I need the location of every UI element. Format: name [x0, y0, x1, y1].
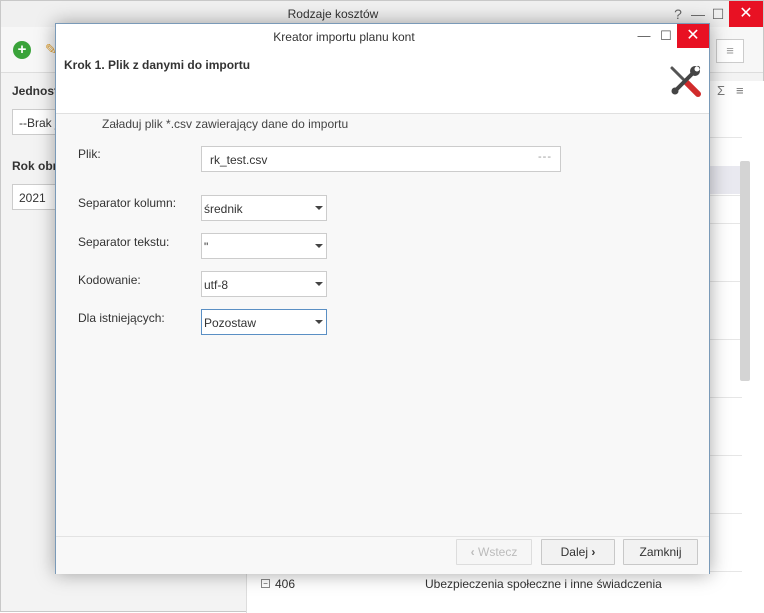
add-icon[interactable]: + — [13, 41, 31, 59]
dialog-maximize-button[interactable]: ☐ — [654, 24, 678, 48]
year-label: Rok obr — [12, 159, 58, 173]
import-wizard-dialog: Kreator importu planu kont — ☐ ✕ Krok 1.… — [55, 23, 710, 574]
columns-menu-icon[interactable]: ≡ — [736, 83, 744, 98]
grid-scrollbar[interactable] — [740, 161, 750, 381]
dialog-body: Załaduj plik *.csv zawierający dane do i… — [56, 114, 709, 536]
menu-icon[interactable]: ≡ — [716, 39, 744, 63]
row-code: 406 — [275, 577, 296, 591]
chevron-down-icon — [315, 320, 323, 324]
text-separator-label: Separator tekstu: — [78, 235, 170, 249]
column-separator-label: Separator kolumn: — [78, 196, 177, 210]
dialog-footer: ‹ Wstecz Dalej › Zamknij — [56, 536, 709, 574]
step-title: Krok 1. Plik z danymi do importu — [64, 58, 251, 72]
file-name: rk_test.csv — [210, 153, 268, 167]
file-field[interactable]: rk_test.csv --- — [201, 146, 561, 172]
next-button[interactable]: Dalej › — [541, 539, 615, 565]
existing-records-label: Dla istniejących: — [78, 311, 165, 325]
encoding-value: utf-8 — [204, 278, 229, 292]
dialog-title: Kreator importu planu kont — [273, 30, 415, 44]
chevron-right-icon: › — [591, 545, 596, 559]
dialog-close-button[interactable]: ✕ — [677, 24, 709, 48]
expand-icon[interactable]: − — [261, 579, 270, 588]
text-separator-select[interactable]: " — [201, 233, 327, 259]
chevron-down-icon — [315, 244, 323, 248]
chevron-down-icon — [315, 282, 323, 286]
dialog-step-header: Krok 1. Plik z danymi do importu — [56, 48, 709, 114]
column-separator-value: średnik — [204, 202, 243, 216]
table-row[interactable]: − 406 Ubezpieczenia społeczne i inne świ… — [259, 573, 739, 597]
encoding-select[interactable]: utf-8 — [201, 271, 327, 297]
back-button[interactable]: ‹ Wstecz — [456, 539, 532, 565]
column-separator-select[interactable]: średnik — [201, 195, 327, 221]
existing-records-select[interactable]: Pozostaw — [201, 309, 327, 335]
instruction-text: Załaduj plik *.csv zawierający dane do i… — [102, 117, 349, 131]
close-dialog-button[interactable]: Zamknij — [623, 539, 698, 565]
back-button-label: Wstecz — [478, 545, 518, 559]
text-separator-value: " — [204, 240, 209, 254]
sum-icon[interactable]: Σ — [717, 83, 725, 98]
browse-button[interactable]: --- — [538, 151, 552, 163]
dialog-titlebar: Kreator importu planu kont — ☐ ✕ — [56, 24, 709, 48]
dialog-minimize-button[interactable]: — — [632, 24, 656, 48]
file-label: Plik: — [78, 147, 101, 161]
encoding-label: Kodowanie: — [78, 273, 141, 287]
tools-icon — [670, 66, 701, 97]
background-window-title: Rodzaje kosztów — [287, 7, 379, 21]
close-button[interactable]: ✕ — [729, 1, 763, 27]
existing-records-value: Pozostaw — [204, 316, 257, 330]
chevron-left-icon: ‹ — [470, 545, 475, 559]
unit-label: Jednost — [12, 84, 59, 98]
chevron-down-icon — [315, 206, 323, 210]
row-name: Ubezpieczenia społeczne i inne świadczen… — [425, 577, 662, 591]
next-button-label: Dalej — [560, 545, 588, 559]
